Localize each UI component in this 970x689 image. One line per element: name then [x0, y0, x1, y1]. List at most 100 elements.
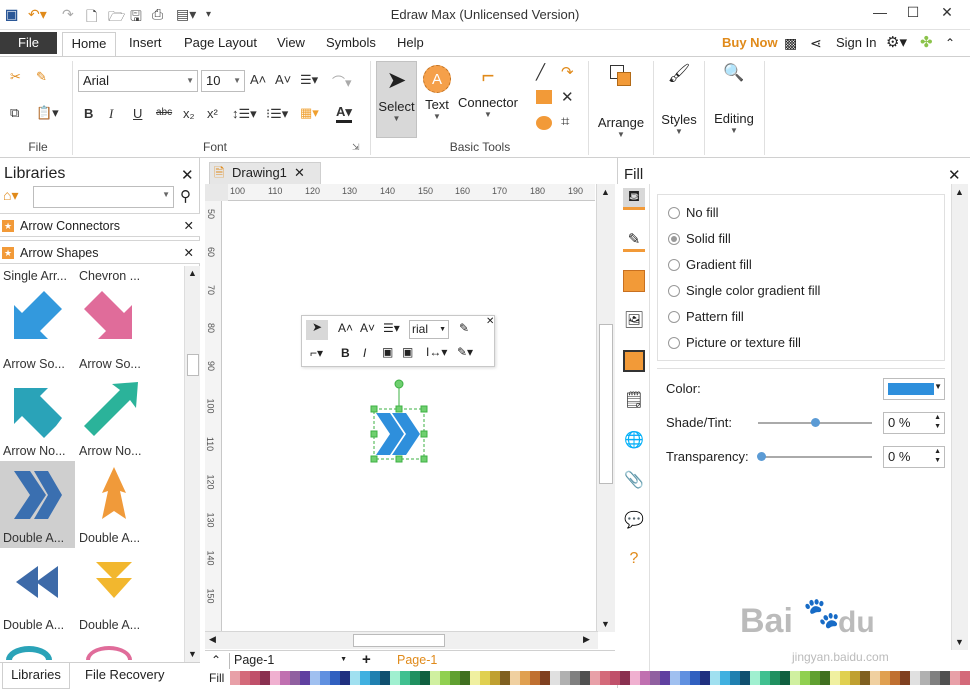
tab-home[interactable]: Home: [62, 32, 116, 56]
style-icon[interactable]: ✎▾: [457, 345, 473, 359]
scroll-thumb[interactable]: [599, 324, 613, 484]
add-page-icon[interactable]: +: [362, 651, 371, 668]
transparency-slider[interactable]: [758, 456, 872, 458]
palette-swatch[interactable]: [660, 671, 670, 685]
share-icon[interactable]: ⋖: [810, 32, 822, 56]
palette-swatch[interactable]: [550, 671, 560, 685]
color-picker[interactable]: ▼: [883, 378, 945, 400]
palette-swatch[interactable]: [790, 671, 800, 685]
library-scrollbar[interactable]: ▲ ▼: [184, 266, 200, 662]
home-icon[interactable]: ⌂▾: [3, 187, 18, 204]
library-search-input[interactable]: ▼: [33, 186, 174, 208]
palette-swatch[interactable]: [430, 671, 440, 685]
scroll-up-icon[interactable]: ▲: [188, 268, 197, 278]
search-icon[interactable]: ⚲: [180, 187, 191, 205]
picture-texture-fill-option[interactable]: Picture or texture fill: [668, 335, 801, 350]
palette-swatch[interactable]: [860, 671, 870, 685]
italic-icon[interactable]: I: [363, 346, 366, 360]
scroll-up-icon[interactable]: ▲: [601, 187, 610, 197]
gradient-fill-option[interactable]: Gradient fill: [668, 257, 752, 272]
palette-swatch[interactable]: [730, 671, 740, 685]
shade-tint-slider-knob[interactable]: [811, 418, 820, 427]
shrink-font-icon[interactable]: A˅: [275, 72, 291, 87]
shrink-font-icon[interactable]: A˅: [360, 321, 375, 335]
shape-arrow-southeast[interactable]: Arrow So...: [76, 287, 151, 374]
arc-tool-icon[interactable]: ↷: [561, 63, 574, 81]
rectangle-tool-icon[interactable]: [536, 90, 552, 104]
align-icon[interactable]: ☰▾: [300, 72, 318, 88]
tab-view[interactable]: View: [277, 32, 305, 56]
text-path-icon[interactable]: ⌒▾: [332, 72, 352, 91]
palette-swatch[interactable]: [500, 671, 510, 685]
styles-button[interactable]: 🖌 Styles ▼: [657, 63, 701, 143]
file-menu-button[interactable]: File: [0, 32, 57, 54]
page-nav-up-icon[interactable]: ⌃: [211, 653, 221, 667]
close-document-icon[interactable]: ✕: [294, 163, 305, 183]
scroll-down-icon[interactable]: ▼: [601, 619, 610, 629]
palette-swatch[interactable]: [600, 671, 610, 685]
palette-swatch[interactable]: [780, 671, 790, 685]
palette-swatch[interactable]: [820, 671, 830, 685]
shape-double-arrow-up[interactable]: Double A...: [76, 461, 151, 548]
transparency-slider-knob[interactable]: [757, 452, 766, 461]
editing-button[interactable]: 🔍 Editing ▼: [708, 63, 760, 143]
palette-swatch[interactable]: [390, 671, 400, 685]
document-tab[interactable]: 🗎 Drawing1 ✕: [209, 162, 321, 184]
palette-swatch[interactable]: [700, 671, 710, 685]
palette-swatch[interactable]: [370, 671, 380, 685]
palette-swatch[interactable]: [690, 671, 700, 685]
palette-swatch[interactable]: [330, 671, 340, 685]
size-icon[interactable]: I↔▾: [426, 345, 447, 359]
hyperlink-globe-icon[interactable]: 🌐: [623, 430, 645, 452]
palette-swatch[interactable]: [630, 671, 640, 685]
format-painter-icon[interactable]: ✂: [10, 69, 21, 85]
crop-tool-icon[interactable]: ⌗: [561, 113, 569, 130]
group-icon[interactable]: ▣: [382, 345, 393, 359]
fill-panel-scrollbar[interactable]: ▲ ▼: [951, 184, 968, 650]
palette-swatch[interactable]: [490, 671, 500, 685]
buy-now-link[interactable]: Buy Now: [722, 32, 778, 56]
fill-icon[interactable]: ⛾: [623, 188, 645, 210]
theme-icon[interactable]: ✤: [920, 32, 933, 56]
ellipse-tool-icon[interactable]: [536, 116, 552, 130]
help-icon[interactable]: ?: [623, 550, 645, 572]
line-tool-icon[interactable]: ╱: [536, 63, 545, 81]
line-spacing-icon[interactable]: ↕☰▾: [232, 106, 257, 122]
palette-swatch[interactable]: [410, 671, 420, 685]
shade-tint-input[interactable]: 0 % ▲ ▼: [883, 412, 945, 434]
palette-swatch[interactable]: [950, 671, 960, 685]
palette-swatch[interactable]: [400, 671, 410, 685]
scroll-down-icon[interactable]: ▼: [188, 649, 197, 659]
palette-swatch[interactable]: [920, 671, 930, 685]
tab-insert[interactable]: Insert: [129, 32, 162, 56]
shadow-icon[interactable]: [623, 270, 645, 292]
palette-swatch[interactable]: [250, 671, 260, 685]
palette-swatch[interactable]: [540, 671, 550, 685]
palette-swatch[interactable]: [610, 671, 620, 685]
scroll-thumb[interactable]: [187, 354, 199, 376]
format-painter-icon[interactable]: ✎: [459, 321, 469, 335]
palette-swatch[interactable]: [720, 671, 730, 685]
underline-icon[interactable]: U: [133, 106, 142, 121]
palette-swatch[interactable]: [270, 671, 280, 685]
shape-single-arrow[interactable]: Single Arr...: [0, 265, 75, 287]
palette-swatch[interactable]: [360, 671, 370, 685]
palette-swatch[interactable]: [710, 671, 720, 685]
palette-swatch[interactable]: [320, 671, 330, 685]
single-color-gradient-fill-option[interactable]: Single color gradient fill: [668, 283, 820, 298]
palette-swatch[interactable]: [290, 671, 300, 685]
close-library-icon[interactable]: ✕: [184, 214, 194, 238]
palette-swatch[interactable]: [310, 671, 320, 685]
palette-swatch[interactable]: [640, 671, 650, 685]
no-fill-option[interactable]: No fill: [668, 205, 719, 220]
font-size-select[interactable]: 10 ▼: [201, 70, 245, 92]
solid-fill-option[interactable]: Solid fill: [668, 231, 731, 246]
grow-font-icon[interactable]: A˄: [338, 321, 353, 335]
page-properties-icon[interactable]: 🗒: [623, 390, 645, 412]
shape-double-arrow-down[interactable]: Double A...: [76, 548, 151, 635]
canvas-vertical-scrollbar[interactable]: ▲ ▼: [596, 184, 615, 632]
palette-swatch[interactable]: [960, 671, 970, 685]
scroll-right-icon[interactable]: ▶: [583, 634, 590, 645]
align-icon[interactable]: ☰▾: [383, 321, 400, 335]
palette-swatch[interactable]: [830, 671, 840, 685]
